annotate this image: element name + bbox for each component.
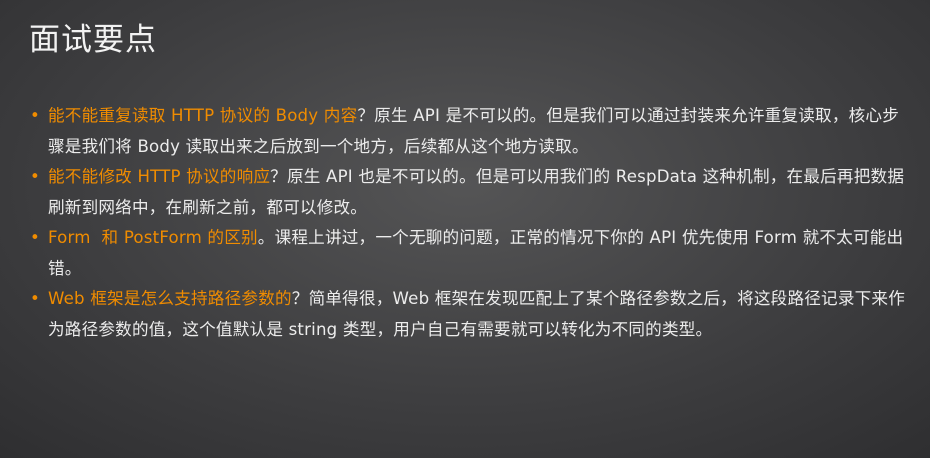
item-highlight: 能不能重复读取 HTTP 协议的 Body 内容 [48, 106, 358, 125]
bullet-icon: • [30, 167, 40, 186]
bullet-icon: • [30, 228, 40, 247]
item-highlight: Web 框架是怎么支持路径参数的 [48, 289, 292, 308]
list-item: • Web 框架是怎么支持路径参数的？简单得很，Web 框架在发现匹配上了某个路径… [30, 284, 910, 345]
bullet-icon: • [30, 289, 40, 308]
item-highlight: Form 和 PostForm 的区别 [48, 228, 258, 247]
item-highlight: 能不能修改 HTTP 协议的响应 [48, 167, 271, 186]
slide-title: 面试要点 [29, 22, 157, 58]
list-item: • 能不能重复读取 HTTP 协议的 Body 内容？原生 API 是不可以的。但… [30, 101, 910, 162]
list-item: • 能不能修改 HTTP 协议的响应？原生 API 也是不可以的。但是可以用我们的… [30, 162, 910, 223]
bullet-icon: • [30, 106, 40, 125]
bullet-list: • 能不能重复读取 HTTP 协议的 Body 内容？原生 API 是不可以的。但… [30, 101, 910, 345]
list-item: • Form 和 PostForm 的区别。课程上讲过，一个无聊的问题，正常的情况… [30, 223, 910, 284]
